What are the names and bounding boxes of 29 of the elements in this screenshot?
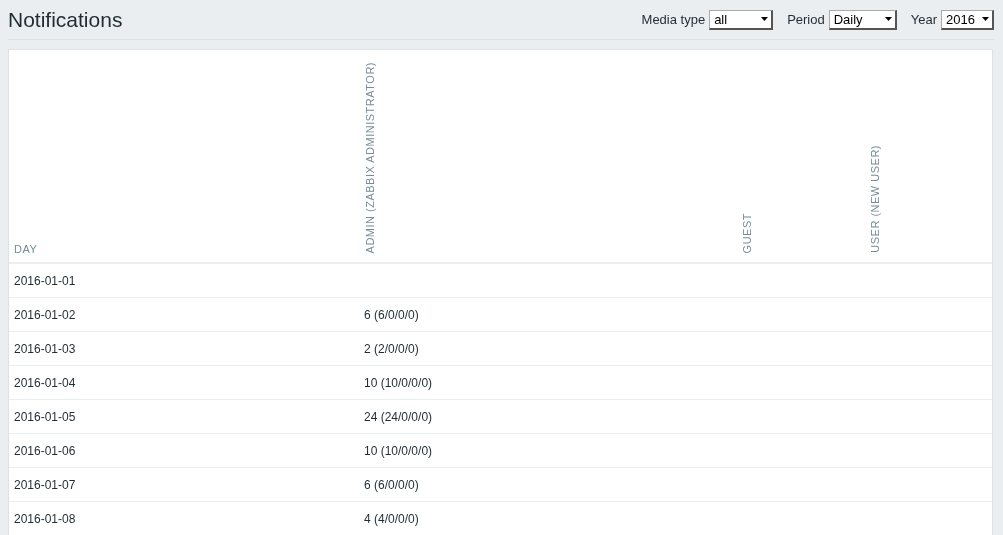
column-header: DAY [14, 243, 38, 255]
caret-icon [884, 17, 892, 21]
caret-icon [761, 17, 769, 21]
column-header: GUEST [741, 212, 753, 253]
date-cell: 2016-01-03 [14, 341, 76, 356]
filter-label: Period [787, 12, 825, 27]
date-cell: 2016-01-05 [14, 409, 76, 424]
table-cell: 6 (6/0/0/0) [364, 477, 419, 492]
date-cell: 2016-01-06 [14, 443, 76, 458]
date-cell: 2016-01-07 [14, 477, 76, 492]
date-cell: 2016-01-01 [14, 273, 76, 288]
date-cell: 2016-01-02 [14, 307, 76, 322]
dropdown-field[interactable]: 2016 [941, 9, 994, 30]
filter-label: Year [910, 12, 937, 27]
caret-icon [982, 17, 989, 21]
dropdown-field[interactable]: Daily [828, 9, 897, 30]
table-cell: 4 (4/0/0/0) [364, 511, 419, 526]
table-cell: 10 (10/0/0/0) [364, 375, 433, 390]
column-header: USER (NEW USER) [869, 145, 881, 253]
dropdown-field[interactable]: all [709, 9, 774, 30]
column-header: ADMIN (ZABBIX ADMINISTRATOR) [364, 61, 376, 253]
date-cell: 2016-01-08 [14, 511, 76, 526]
table-cell: 10 (10/0/0/0) [364, 443, 433, 458]
page-title: Notifications [8, 7, 123, 32]
table-cell: 6 (6/0/0/0) [364, 307, 419, 322]
filter-label: Media type [641, 12, 706, 27]
table-cell: 2 (2/0/0/0) [364, 341, 419, 356]
table-cell: 24 (24/0/0/0) [364, 409, 433, 424]
date-cell: 2016-01-04 [14, 375, 76, 390]
